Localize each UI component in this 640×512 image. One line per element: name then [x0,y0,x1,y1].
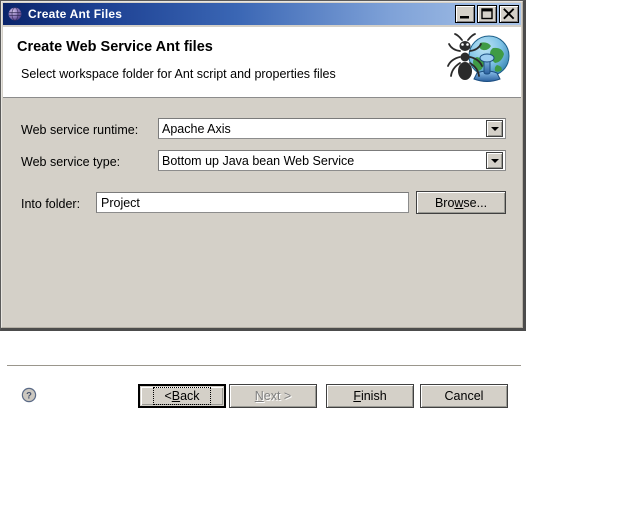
button-bar-separator [7,365,521,367]
web-service-type-combo[interactable]: Bottom up Java bean Web Service [158,150,506,171]
maximize-icon[interactable] [477,5,497,23]
page-subtitle: Select workspace folder for Ant script a… [21,67,336,81]
svg-text:?: ? [26,391,32,402]
web-service-runtime-combo[interactable]: Apache Axis [158,118,506,139]
browse-button[interactable]: Browse... [416,191,506,214]
title-bar[interactable]: Create Ant Files [3,3,521,25]
web-service-type-value: Bottom up Java bean Web Service [162,153,355,168]
finish-button-label: Finish [353,389,387,403]
web-service-runtime-label: Web service runtime: [21,123,139,137]
wizard-header: Create Web Service Ant files Select work… [3,27,521,98]
browse-button-label: Browse... [434,195,488,210]
into-folder-input[interactable]: Project [96,192,409,213]
ant-globe-icon [441,29,517,95]
back-button[interactable]: < Back [138,384,226,408]
close-icon[interactable] [499,5,519,23]
minimize-icon[interactable] [455,5,475,23]
next-button-label: Next > [254,389,292,403]
chevron-down-icon[interactable] [486,120,503,137]
create-ant-files-dialog: Create Ant Files Create Web Service Ant … [0,0,526,408]
into-folder-label: Into folder: [21,197,81,211]
web-service-runtime-value: Apache Axis [162,121,231,136]
cancel-button[interactable]: Cancel [420,384,508,408]
web-service-type-label: Web service type: [21,155,121,169]
cancel-button-label: Cancel [444,389,484,403]
help-icon[interactable]: ? [21,387,37,403]
button-bar: ? < Back Next > Finish Cancel [5,371,523,421]
back-button-inner: < Back [140,386,224,406]
dialog-body: Web service runtime: Apache Axis Web ser… [3,99,521,408]
eclipse-globe-icon [7,6,23,22]
chevron-down-icon[interactable] [486,152,503,169]
back-button-label: < Back [153,387,211,405]
next-button: Next > [229,384,317,408]
page-title: Create Web Service Ant files [17,39,213,55]
window-title: Create Ant Files [28,7,123,21]
finish-button[interactable]: Finish [326,384,414,408]
